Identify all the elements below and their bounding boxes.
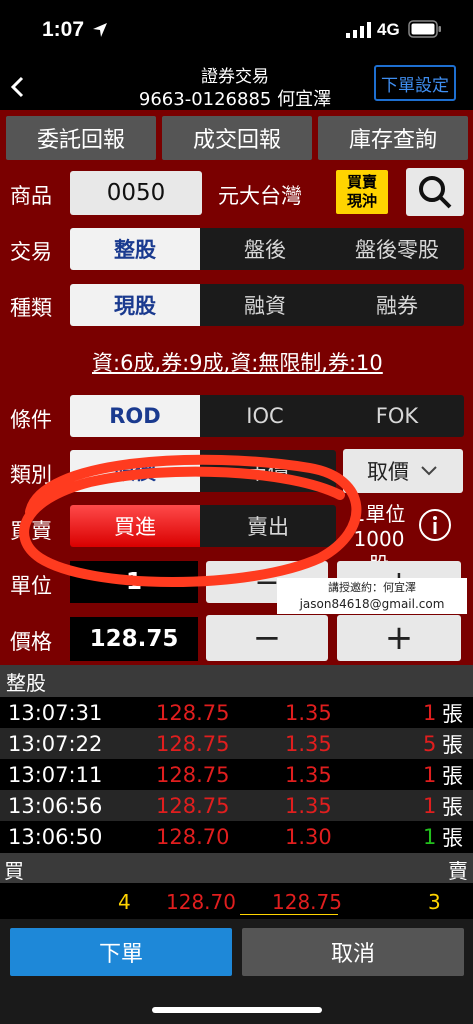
- condition-label: 條件: [10, 408, 52, 432]
- price-plus-button[interactable]: +: [337, 615, 461, 661]
- product-code-input[interactable]: 0050: [70, 171, 202, 215]
- condition-option-fok[interactable]: FOK: [330, 395, 464, 437]
- table-row: 13:06:56 128.75 1.35 1 張: [0, 790, 473, 821]
- trade-unit: 張: [442, 794, 463, 819]
- type-segment: 現股 融資 融券: [70, 284, 464, 326]
- trade-unit: 張: [442, 732, 463, 757]
- chevron-down-icon: [421, 466, 437, 476]
- trade-qty: 5: [423, 731, 437, 756]
- trade-unit: 張: [442, 825, 463, 850]
- back-chevron-icon[interactable]: [8, 76, 28, 98]
- trade-price: 128.75: [156, 793, 230, 818]
- bid-price: 128.70: [166, 890, 236, 914]
- network-label: 4G: [377, 20, 400, 39]
- clock: 1:07: [42, 18, 85, 41]
- trades-section-header: 整股: [0, 665, 473, 697]
- trade-time: 13:07:22: [8, 731, 103, 756]
- trade-option-regular[interactable]: 整股: [70, 228, 200, 270]
- trade-change: 1.35: [285, 700, 332, 725]
- tab-order-report[interactable]: 委託回報: [6, 116, 156, 160]
- table-row: 13:07:31 128.75 1.35 1 張: [0, 697, 473, 728]
- tab-fill-report[interactable]: 成交回報: [162, 116, 312, 160]
- trade-change: 1.35: [285, 731, 332, 756]
- trade-qty: 1: [423, 762, 437, 787]
- trade-segment: 整股 盤後 盤後零股: [70, 228, 464, 270]
- trade-option-afterhours-odd[interactable]: 盤後零股: [330, 228, 464, 270]
- page-title: 證券交易: [201, 67, 269, 87]
- product-label: 商品: [10, 184, 52, 208]
- trade-qty: 1: [423, 793, 437, 818]
- account-label: 9663-0126885 何宜澤: [138, 89, 332, 110]
- product-name: 元大台灣: [218, 184, 302, 208]
- location-arrow-icon: [93, 23, 107, 37]
- home-indicator: [152, 1007, 322, 1013]
- trade-change: 1.35: [285, 793, 332, 818]
- trade-unit: 張: [442, 701, 463, 726]
- app-header: 證券交易 9663-0126885 何宜澤 下單設定: [0, 58, 473, 110]
- status-bar: 1:07 4G: [0, 0, 473, 58]
- annotation-circle: [19, 454, 362, 587]
- cancel-button[interactable]: 取消: [242, 928, 464, 976]
- day-trade-badge[interactable]: 買賣現沖: [336, 170, 388, 214]
- order-book-header: 買 賣: [0, 853, 473, 883]
- price-label: 價格: [10, 630, 52, 654]
- trades-section-label: 整股: [6, 670, 46, 695]
- search-icon: [419, 176, 452, 209]
- bid-qty: 4: [118, 890, 131, 914]
- type-option-margin[interactable]: 融資: [200, 284, 330, 326]
- trade-time: 13:06:56: [8, 793, 103, 818]
- type-option-cash[interactable]: 現股: [70, 284, 200, 326]
- day-trade-badge-text: 買賣現沖: [346, 173, 377, 210]
- trade-price: 128.75: [156, 700, 230, 725]
- order-book-row: 4 128.70 128.75 3: [0, 883, 473, 919]
- trade-price: 128.70: [156, 824, 230, 849]
- ask-qty: 3: [428, 890, 441, 914]
- trade-time: 13:07:31: [8, 700, 103, 725]
- submit-order-button[interactable]: 下單: [10, 928, 232, 976]
- search-button[interactable]: [406, 168, 464, 216]
- trade-label: 交易: [10, 240, 52, 264]
- table-row: 13:07:22 128.75 1.35 5 張: [0, 728, 473, 759]
- ask-price: 128.75: [272, 890, 342, 914]
- margin-info-link[interactable]: 資:6成,券:9成,資:無限制,券:10: [92, 347, 383, 377]
- ask-underline: [240, 914, 338, 915]
- type-label: 種類: [10, 296, 52, 320]
- trade-change: 1.30: [285, 824, 332, 849]
- trade-qty: 1: [423, 824, 437, 849]
- price-minus-button[interactable]: −: [206, 615, 328, 661]
- condition-segment: ROD IOC FOK: [70, 395, 464, 437]
- trade-change: 1.35: [285, 762, 332, 787]
- battery-icon: [408, 20, 441, 38]
- trade-time: 13:07:11: [8, 762, 103, 787]
- condition-option-ioc[interactable]: IOC: [200, 395, 330, 437]
- buy-label: 買: [4, 859, 24, 883]
- info-icon[interactable]: [418, 508, 452, 542]
- order-settings-button[interactable]: 下單設定: [374, 65, 456, 101]
- price-input[interactable]: 128.75: [70, 617, 198, 661]
- trade-option-afterhours[interactable]: 盤後: [200, 228, 330, 270]
- table-row: 13:06:50 128.70 1.30 1 張: [0, 821, 473, 852]
- tab-inventory[interactable]: 庫存查詢: [318, 116, 468, 160]
- condition-option-rod[interactable]: ROD: [70, 395, 200, 437]
- sell-label: 賣: [448, 859, 468, 883]
- trade-unit: 張: [442, 763, 463, 788]
- signal-icon: [346, 22, 371, 38]
- trade-price: 128.75: [156, 762, 230, 787]
- table-row: 13:07:11 128.75 1.35 1 張: [0, 759, 473, 790]
- trade-qty: 1: [423, 700, 437, 725]
- trade-price: 128.75: [156, 731, 230, 756]
- trade-time: 13:06:50: [8, 824, 103, 849]
- type-option-short[interactable]: 融券: [330, 284, 464, 326]
